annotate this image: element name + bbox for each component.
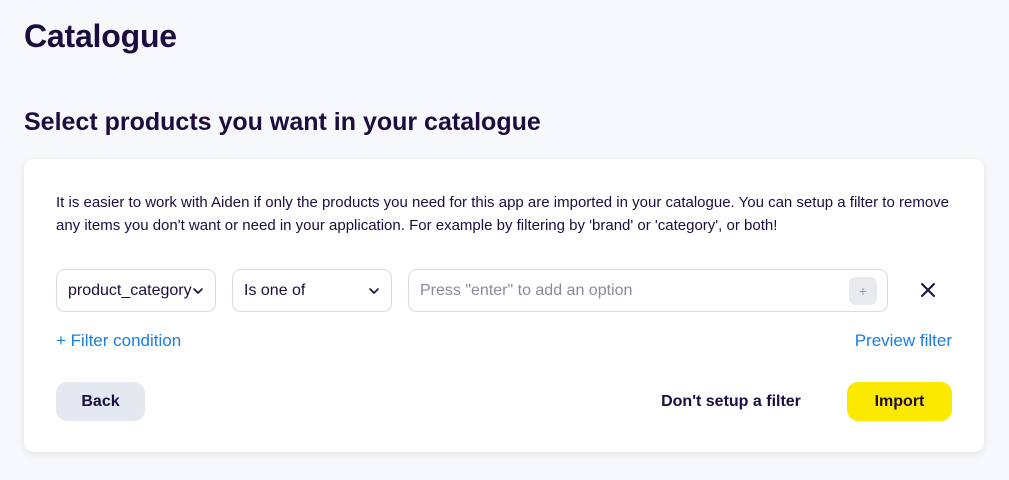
page-title: Catalogue — [24, 18, 177, 54]
operator-select[interactable]: Is one of — [232, 269, 392, 312]
skip-filter-button[interactable]: Don't setup a filter — [636, 382, 826, 421]
operator-select-value: Is one of — [244, 281, 306, 299]
filter-card: It is easier to work with Aiden if only … — [24, 159, 984, 452]
field-select[interactable]: product_category — [56, 269, 216, 312]
remove-condition-button[interactable] — [918, 280, 938, 300]
preview-filter-link[interactable]: Preview filter — [855, 331, 952, 351]
option-input-wrapper: + — [408, 269, 888, 312]
section-title: Select products you want in your catalog… — [24, 108, 541, 136]
back-button[interactable]: Back — [56, 382, 145, 421]
close-icon — [921, 283, 935, 297]
import-button[interactable]: Import — [847, 382, 952, 421]
add-option-button[interactable]: + — [849, 277, 877, 305]
chevron-down-icon — [193, 288, 203, 294]
filter-description: It is easier to work with Aiden if only … — [56, 194, 950, 234]
add-filter-condition-link[interactable]: + Filter condition — [56, 331, 181, 351]
chevron-down-icon — [369, 288, 379, 294]
filter-condition-row: product_category Is one of + — [56, 269, 952, 313]
catalogue-page: Catalogue Select products you want in yo… — [0, 0, 1009, 480]
option-input[interactable] — [409, 270, 829, 311]
